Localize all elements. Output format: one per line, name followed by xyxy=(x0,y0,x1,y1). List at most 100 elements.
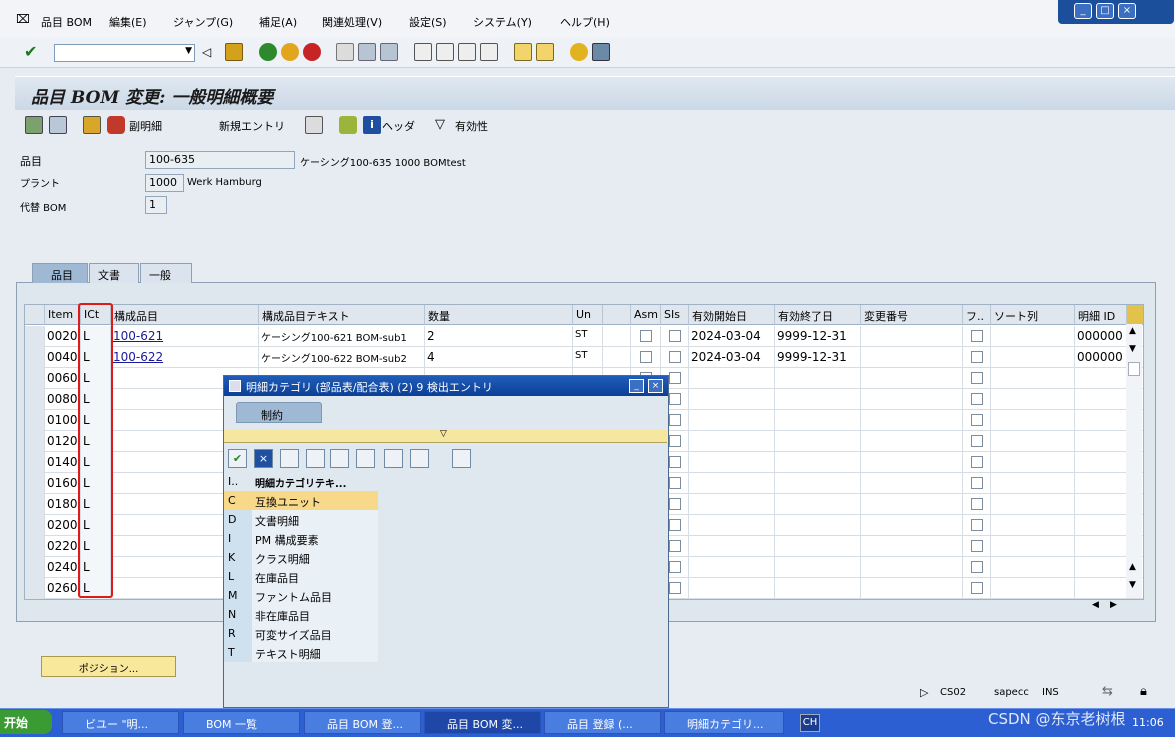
cell-change-number[interactable] xyxy=(861,452,963,473)
scroll-down-icon[interactable]: ▼ xyxy=(1129,344,1136,354)
menu-settings[interactable]: 設定(S) xyxy=(409,14,447,30)
cell-item[interactable]: 0040 xyxy=(45,347,81,368)
category-text[interactable]: 在庫品目 xyxy=(252,567,378,586)
cell-fixed-checkbox[interactable] xyxy=(963,410,991,431)
cell-fixed-checkbox[interactable] xyxy=(963,473,991,494)
row-selector[interactable] xyxy=(25,473,45,494)
cell-item[interactable]: 0080 xyxy=(45,389,81,410)
checkbox[interactable] xyxy=(669,414,681,426)
cell-valid-from[interactable] xyxy=(689,368,775,389)
cell-change-number[interactable] xyxy=(861,473,963,494)
menu-system[interactable]: システム(Y) xyxy=(473,14,532,30)
cell-item-id[interactable] xyxy=(1075,452,1127,473)
cell-sort-string[interactable] xyxy=(991,515,1075,536)
minimize-button[interactable]: _ xyxy=(1074,3,1092,19)
row-selector[interactable] xyxy=(25,557,45,578)
list-item[interactable]: R 可変サイズ品目 xyxy=(224,624,378,643)
help-icon[interactable] xyxy=(570,43,588,61)
col-component-text[interactable]: 構成品目テキスト xyxy=(259,305,425,325)
cell-valid-from[interactable]: 2024-03-04 xyxy=(689,326,775,347)
category-text[interactable]: 互換ユニット xyxy=(252,491,378,510)
col-valid-from[interactable]: 有効開始日 xyxy=(689,305,775,325)
task-item-category[interactable]: 明細カテゴリ... xyxy=(664,711,784,734)
category-key[interactable]: L xyxy=(224,567,252,586)
dialog-close-button[interactable]: × xyxy=(648,379,663,393)
cell-fixed-checkbox[interactable] xyxy=(963,494,991,515)
col-category-text[interactable]: 明細カテゴリテキ... xyxy=(252,472,378,491)
cell-item[interactable]: 0160 xyxy=(45,473,81,494)
category-key[interactable]: I xyxy=(224,529,252,548)
list-item[interactable]: D 文書明細 xyxy=(224,510,378,529)
cell-change-number[interactable] xyxy=(861,368,963,389)
row-selector[interactable] xyxy=(25,347,45,368)
menu-material-bom[interactable]: 品目 BOM xyxy=(41,14,92,30)
cell-sort-string[interactable] xyxy=(991,494,1075,515)
cell-valid-from[interactable] xyxy=(689,536,775,557)
col-sub-items[interactable]: SIs xyxy=(661,305,689,325)
cell-item-id[interactable] xyxy=(1075,473,1127,494)
col-item-id[interactable]: 明細 ID xyxy=(1075,305,1127,325)
task-material-create[interactable]: 品目 登録 (... xyxy=(544,711,661,734)
cell-valid-from[interactable] xyxy=(689,410,775,431)
cell-change-number[interactable] xyxy=(861,431,963,452)
category-key[interactable]: T xyxy=(224,643,252,662)
checkbox[interactable] xyxy=(971,330,983,342)
cell-item[interactable]: 0100 xyxy=(45,410,81,431)
checkbox[interactable] xyxy=(669,477,681,489)
position-button[interactable]: ポジション... xyxy=(41,656,176,677)
checkbox[interactable] xyxy=(971,477,983,489)
row-selector[interactable] xyxy=(25,431,45,452)
new-page-icon[interactable] xyxy=(280,449,299,468)
cell-change-number[interactable] xyxy=(861,557,963,578)
cell-sort-string[interactable] xyxy=(991,368,1075,389)
sap-menu-icon[interactable]: ⌧ xyxy=(16,12,30,26)
col-component[interactable]: 構成品目 xyxy=(111,305,259,325)
checkbox[interactable] xyxy=(669,498,681,510)
lock-icon[interactable]: 🔒︎ xyxy=(1140,684,1147,699)
dialog-print-icon[interactable] xyxy=(410,449,429,468)
menu-extras[interactable]: 補足(A) xyxy=(259,14,297,30)
horizontal-scrollbar[interactable]: ◀ ▶ xyxy=(1086,598,1126,614)
cell-assembly-checkbox[interactable] xyxy=(631,326,661,347)
checkbox[interactable] xyxy=(669,393,681,405)
next-page-icon[interactable] xyxy=(458,43,476,61)
row-selector[interactable] xyxy=(25,389,45,410)
col-change-number[interactable]: 変更番号 xyxy=(861,305,963,325)
dialog-help-icon[interactable] xyxy=(384,449,403,468)
cell-valid-to[interactable] xyxy=(775,473,861,494)
sub-item-button[interactable]: 副明細 xyxy=(129,118,162,134)
category-text[interactable]: 可変サイズ品目 xyxy=(252,624,378,643)
checkbox[interactable] xyxy=(971,435,983,447)
category-key[interactable]: D xyxy=(224,510,252,529)
cell-valid-from[interactable] xyxy=(689,578,775,599)
cell-fixed-checkbox[interactable] xyxy=(963,452,991,473)
cell-change-number[interactable] xyxy=(861,494,963,515)
vertical-scrollbar[interactable]: ▲ ▼ ▲ ▼ xyxy=(1126,324,1142,598)
cell-fixed-checkbox[interactable] xyxy=(963,557,991,578)
cell-item[interactable]: 0140 xyxy=(45,452,81,473)
header-button[interactable]: ヘッダ xyxy=(382,118,415,134)
list-item[interactable]: C 互換ユニット xyxy=(224,491,378,510)
checkbox[interactable] xyxy=(971,351,983,363)
cell-change-number[interactable] xyxy=(861,347,963,368)
chevron-down-icon[interactable]: ▼ xyxy=(185,46,192,56)
category-key[interactable]: R xyxy=(224,624,252,643)
cell-item[interactable]: 0060 xyxy=(45,368,81,389)
col-unit[interactable]: Un xyxy=(573,305,603,325)
cell-sort-string[interactable] xyxy=(991,347,1075,368)
tab-general[interactable]: 一般 xyxy=(140,263,192,283)
cell-sort-string[interactable] xyxy=(991,389,1075,410)
category-key[interactable]: M xyxy=(224,586,252,605)
cell-item-id[interactable] xyxy=(1075,557,1127,578)
category-key[interactable]: K xyxy=(224,548,252,567)
cell-sort-string[interactable] xyxy=(991,452,1075,473)
category-text[interactable]: クラス明細 xyxy=(252,548,378,567)
cell-item-id[interactable] xyxy=(1075,515,1127,536)
cell-valid-from[interactable] xyxy=(689,431,775,452)
cell-valid-to[interactable] xyxy=(775,368,861,389)
cell-quantity[interactable]: 4 xyxy=(425,347,573,368)
cell-valid-to[interactable] xyxy=(775,389,861,410)
task-bom-list[interactable]: BOM 一覧 xyxy=(183,711,300,734)
col-assembly[interactable]: Asm xyxy=(631,305,661,325)
cell-component[interactable]: 100-621 xyxy=(111,326,259,347)
